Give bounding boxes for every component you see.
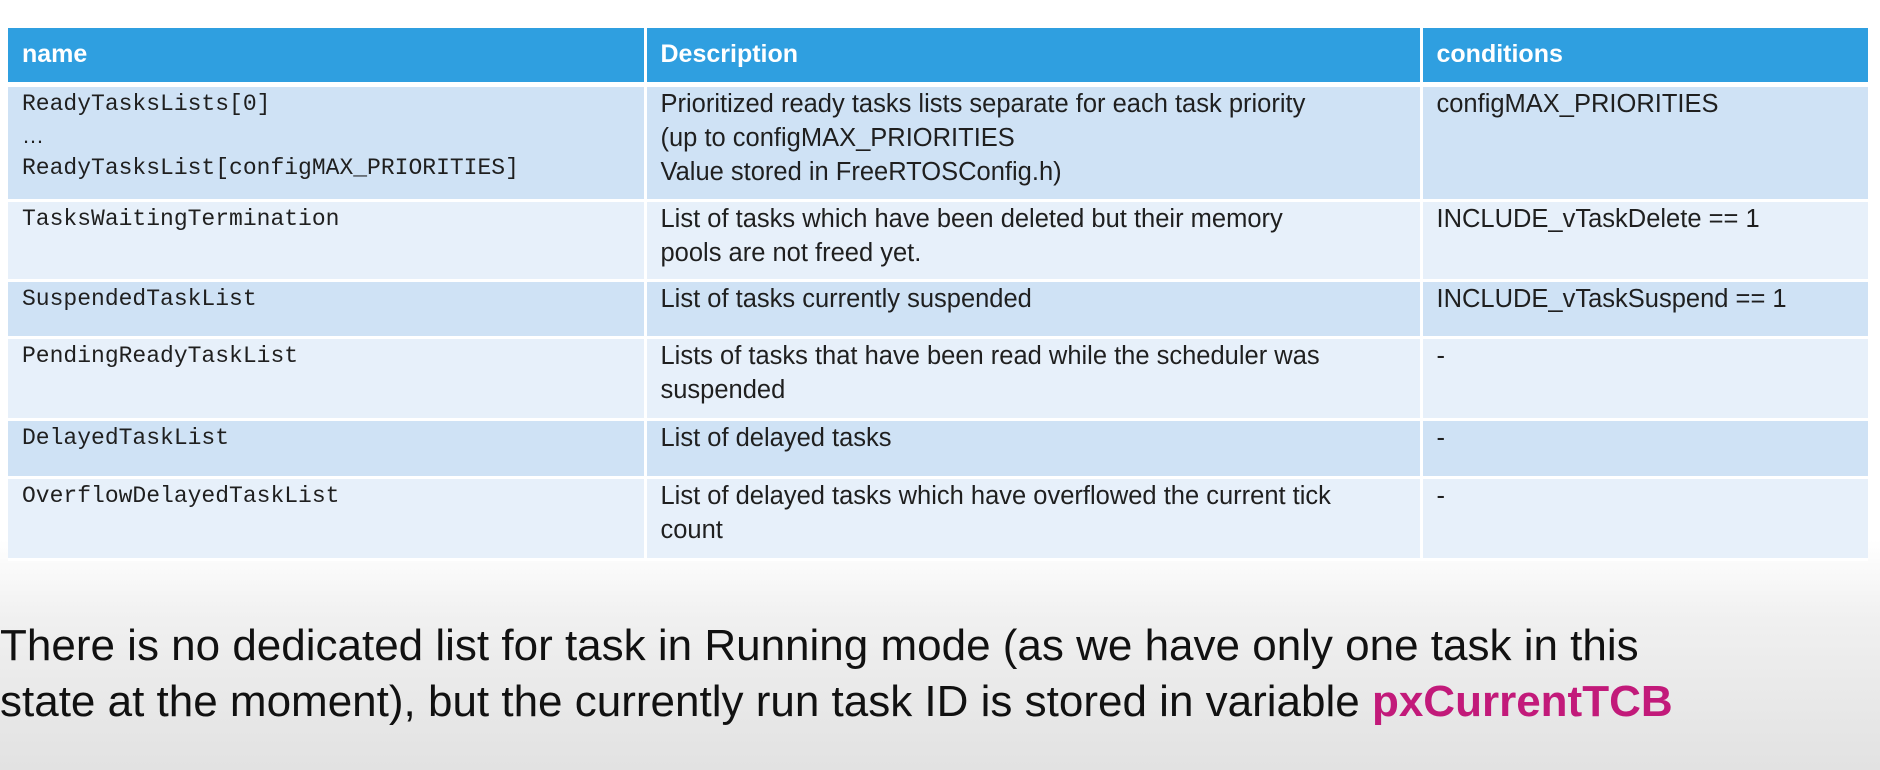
row-description-cell: List of delayed tasks which have overflo… — [645, 477, 1423, 561]
table-row: OverflowDelayedTaskList List of delayed … — [8, 477, 1868, 561]
list-name: TasksWaitingTermination — [22, 205, 340, 232]
row-condition-cell: - — [1421, 477, 1868, 561]
row-condition-cell: - — [1421, 337, 1868, 421]
header-description: Description — [645, 28, 1423, 87]
header-conditions: conditions — [1421, 28, 1868, 87]
description-line: (up to configMAX_PRIORITIES — [660, 123, 1015, 152]
slide: name Description conditions ReadyTasksLi… — [0, 0, 1880, 770]
list-name: ReadyTasksList[configMAX_PRIORITIES] — [22, 154, 519, 181]
description-line: Prioritized ready tasks lists separate f… — [660, 89, 1306, 118]
row-condition-cell: - — [1421, 419, 1868, 479]
list-name: OverflowDelayedTaskList — [22, 482, 340, 509]
current-tcb-variable: pxCurrentTCB — [1371, 677, 1673, 726]
description-line: suspended — [660, 375, 786, 404]
row-condition-cell: configMAX_PRIORITIES — [1421, 84, 1868, 202]
row-name-cell: ReadyTasksLists[0] … ReadyTasksList[conf… — [8, 84, 647, 202]
table-row: ReadyTasksLists[0] … ReadyTasksList[conf… — [8, 84, 1868, 202]
description-line: Lists of tasks that have been read while… — [660, 341, 1320, 370]
table-row: PendingReadyTaskList Lists of tasks that… — [8, 337, 1868, 421]
row-name-cell: SuspendedTaskList — [8, 280, 647, 339]
row-description-cell: List of tasks currently suspended — [645, 280, 1423, 339]
row-condition-cell: INCLUDE_vTaskDelete == 1 — [1421, 200, 1868, 282]
note-line-2: state at the moment), but the currently … — [0, 674, 1880, 730]
row-name-cell: DelayedTaskList — [8, 419, 647, 479]
note-line-1: There is no dedicated list for task in R… — [0, 621, 1639, 670]
list-name: PendingReadyTaskList — [22, 342, 299, 369]
description-line: pools are not freed yet. — [660, 238, 922, 267]
row-description-cell: List of delayed tasks — [645, 419, 1423, 479]
task-lists-table: name Description conditions ReadyTasksLi… — [8, 28, 1868, 561]
description-line: List of tasks which have been deleted bu… — [660, 204, 1283, 233]
table-row: SuspendedTaskList List of tasks currentl… — [8, 280, 1868, 339]
table-row: TasksWaitingTermination List of tasks wh… — [8, 200, 1868, 282]
row-name-cell: PendingReadyTaskList — [8, 337, 647, 421]
header-name: name — [8, 28, 647, 87]
row-description-cell: List of tasks which have been deleted bu… — [645, 200, 1423, 282]
description-line: count — [660, 515, 723, 544]
description-line: List of delayed tasks — [660, 423, 892, 452]
list-name: ReadyTasksLists[0] — [22, 90, 271, 117]
row-name-cell: TasksWaitingTermination — [8, 200, 647, 282]
table-row: DelayedTaskList List of delayed tasks - — [8, 419, 1868, 479]
list-name-ellipsis: … — [22, 122, 44, 148]
row-description-cell: Lists of tasks that have been read while… — [645, 337, 1423, 421]
row-condition-cell: INCLUDE_vTaskSuspend == 1 — [1421, 280, 1868, 339]
description-line: List of tasks currently suspended — [660, 284, 1032, 313]
table-header-row: name Description conditions — [8, 28, 1868, 87]
note-line-2-text: state at the moment), but the currently … — [0, 677, 1372, 726]
row-description-cell: Prioritized ready tasks lists separate f… — [645, 84, 1423, 202]
description-line: Value stored in FreeRTOSConfig.h) — [660, 157, 1062, 186]
description-line: List of delayed tasks which have overflo… — [660, 481, 1331, 510]
running-mode-note: There is no dedicated list for task in R… — [0, 618, 1880, 730]
list-name: DelayedTaskList — [22, 424, 230, 451]
list-name: SuspendedTaskList — [22, 285, 257, 312]
row-name-cell: OverflowDelayedTaskList — [8, 477, 647, 561]
